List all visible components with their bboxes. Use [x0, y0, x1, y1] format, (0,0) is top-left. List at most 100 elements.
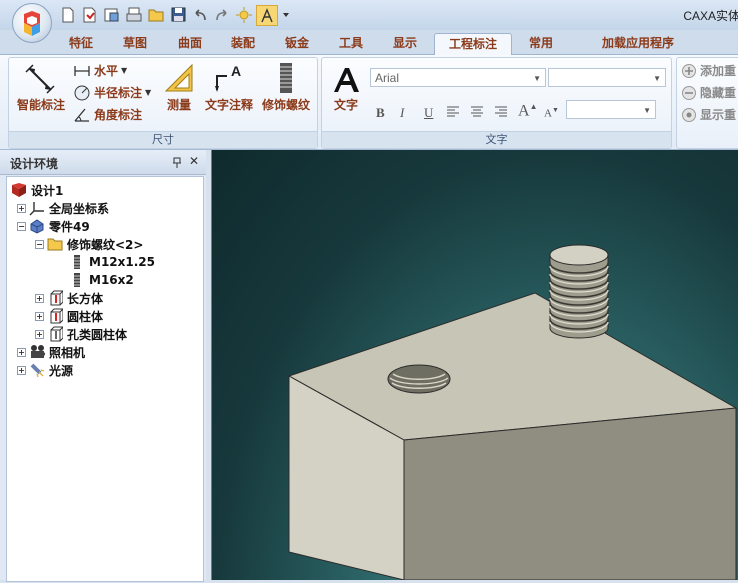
svg-text:A: A	[231, 63, 241, 79]
redo-icon[interactable]	[212, 5, 232, 24]
grow-font-label: A	[518, 102, 530, 120]
tab-display[interactable]: 显示	[386, 33, 424, 54]
global-coords-label: 全局坐标系	[49, 201, 110, 216]
tab-sheet-metal[interactable]: 钣金	[278, 33, 316, 54]
collapse-icon[interactable]: −	[17, 221, 26, 231]
tree-root-label: 设计1	[31, 183, 64, 198]
tree-cylinder[interactable]: + 圆柱体	[35, 307, 103, 325]
cosmetic-thread-button[interactable]: 修饰螺纹	[259, 62, 313, 113]
style-dropdown-icon: ▼	[643, 106, 651, 115]
thread-m16-label: M16x2	[89, 273, 134, 287]
grow-font-button[interactable]: A▲	[518, 102, 537, 120]
title-bar: CAXA实体	[0, 0, 738, 30]
feature-icon	[47, 326, 63, 342]
angle-dim-icon	[74, 108, 89, 122]
align-right-icon[interactable]	[494, 105, 508, 119]
smart-dimension-button[interactable]: 智能标注	[13, 62, 69, 113]
horizontal-dim-button[interactable]: 水平 ▼	[73, 62, 127, 79]
hide-repeat-button[interactable]: 隐藏重	[681, 84, 736, 101]
open-red-icon[interactable]	[80, 5, 100, 24]
expand-icon[interactable]: +	[35, 329, 44, 339]
part-model[interactable]	[212, 150, 738, 581]
design-environment-panel: 设计环境 ✕ 设计1 + 全局坐标系 − 零件49 − 修饰螺纹<2> M12x…	[0, 150, 206, 582]
expand-icon[interactable]: +	[17, 365, 26, 375]
close-panel-button[interactable]: ✕	[189, 154, 199, 168]
light-source-icon	[29, 362, 45, 378]
tree-thread-folder[interactable]: − 修饰螺纹<2>	[35, 235, 143, 253]
tab-surface[interactable]: 曲面	[171, 33, 209, 54]
font-name-select[interactable]: Arial ▼	[370, 68, 546, 87]
design-tree: 设计1 + 全局坐标系 − 零件49 − 修饰螺纹<2> M12x1.25 M1…	[6, 176, 204, 582]
3d-viewport[interactable]	[211, 150, 738, 581]
tab-load-apps[interactable]: 加载应用程序	[578, 33, 698, 54]
tab-assembly[interactable]: 装配	[224, 33, 262, 54]
radius-dim-button[interactable]: 半径标注 ▼	[73, 84, 151, 101]
font-size-select[interactable]: ▼	[548, 68, 666, 87]
tree-part[interactable]: − 零件49	[17, 217, 90, 235]
pin-icon[interactable]	[172, 157, 182, 169]
tree-light[interactable]: + 光源	[17, 361, 73, 379]
threaded-boss[interactable]	[549, 244, 609, 339]
expand-icon[interactable]: +	[17, 347, 26, 357]
shrink-font-label: A	[544, 107, 552, 120]
tab-engineering-annotation[interactable]: 工程标注	[434, 33, 512, 55]
text-group-label: 文字	[322, 131, 671, 148]
show-repeat-label: 显示重	[700, 108, 737, 122]
collapse-icon[interactable]: −	[35, 239, 44, 249]
text-annotation-button[interactable]: A 文字注释	[201, 62, 257, 113]
print-icon[interactable]	[124, 5, 144, 24]
tab-tools[interactable]: 工具	[332, 33, 370, 54]
undo-icon[interactable]	[190, 5, 210, 24]
save-icon[interactable]	[168, 5, 188, 24]
hide-icon	[682, 85, 696, 100]
light-label: 光源	[49, 363, 74, 378]
new-doc-icon[interactable]	[58, 5, 78, 24]
expand-icon[interactable]: +	[35, 293, 44, 303]
hole-cylinder-label: 孔类圆柱体	[67, 327, 128, 342]
underline-button[interactable]: U	[424, 105, 433, 121]
customize-arrow-icon[interactable]	[280, 5, 292, 24]
tree-global-coords[interactable]: + 全局坐标系	[17, 199, 109, 217]
shrink-font-button[interactable]: A▼	[544, 106, 559, 120]
feature-icon	[47, 290, 63, 306]
italic-button[interactable]: I	[400, 105, 404, 121]
align-left-icon[interactable]	[446, 105, 460, 119]
measure-button[interactable]: 测量	[161, 62, 197, 113]
tab-common[interactable]: 常用	[522, 33, 560, 54]
folder-open-icon[interactable]	[146, 5, 166, 24]
measure-triangle-icon	[164, 63, 193, 92]
add-repeat-button[interactable]: 添加重	[681, 62, 736, 79]
text-annotation-icon: A	[215, 63, 241, 92]
tree-hole-cylinder[interactable]: + 孔类圆柱体	[35, 325, 127, 343]
tree-camera[interactable]: + 照相机	[17, 343, 85, 361]
add-repeat-label: 添加重	[700, 64, 737, 78]
dimension-group-label: 尺寸	[9, 131, 317, 148]
angle-dim-button[interactable]: 角度标注	[73, 106, 142, 123]
tab-features[interactable]: 特征	[62, 33, 100, 54]
radius-dropdown-icon: ▼	[145, 88, 152, 97]
font-size-dropdown-icon: ▼	[653, 74, 661, 83]
show-repeat-button[interactable]: 显示重	[681, 106, 736, 123]
cosmetic-thread-icon	[280, 63, 292, 93]
tree-thread-m16[interactable]: M16x2	[69, 271, 134, 289]
expand-icon[interactable]: +	[35, 311, 44, 321]
expand-icon[interactable]: +	[17, 203, 26, 213]
style-select[interactable]: ▼	[566, 100, 656, 119]
tab-sketch[interactable]: 草图	[116, 33, 154, 54]
font-name-value: Arial	[375, 71, 400, 85]
app-menu-button[interactable]	[12, 3, 52, 43]
thread-icon	[69, 254, 85, 270]
bold-button[interactable]: B	[376, 105, 385, 121]
cylinder-label: 圆柱体	[67, 309, 104, 324]
tree-root[interactable]: 设计1	[11, 181, 63, 199]
part-label: 零件49	[49, 219, 90, 234]
tree-thread-m12[interactable]: M12x1.25	[69, 253, 155, 271]
highlight-tool-icon[interactable]	[256, 5, 278, 26]
folder-icon	[47, 236, 63, 252]
sun-icon[interactable]	[234, 5, 254, 24]
export-icon[interactable]	[102, 5, 122, 24]
tree-box[interactable]: + 长方体	[35, 289, 103, 307]
repeat-group: 添加重 隐藏重 显示重	[676, 57, 738, 149]
align-center-icon[interactable]	[470, 105, 484, 119]
text-button[interactable]: 文字	[326, 66, 366, 113]
